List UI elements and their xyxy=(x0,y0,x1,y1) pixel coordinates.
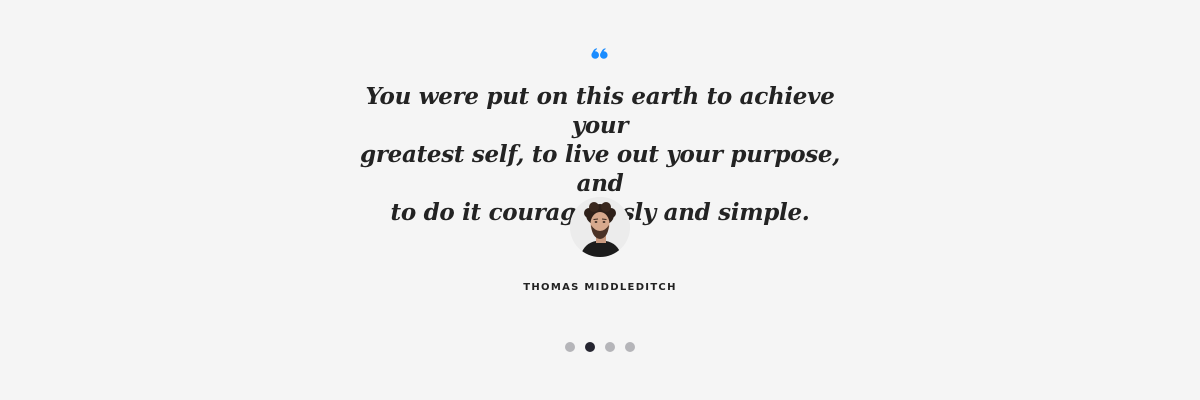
carousel-dot-2[interactable] xyxy=(585,342,595,352)
carousel-dot-1[interactable] xyxy=(565,342,575,352)
carousel-pagination xyxy=(560,342,640,352)
author-portrait-icon xyxy=(570,197,630,257)
quote-mark-icon xyxy=(591,48,608,59)
author-name: THOMAS MIDDLEDITCH xyxy=(523,282,677,293)
testimonial-section: You were put on this earth to achieve yo… xyxy=(0,0,1200,400)
carousel-dot-4[interactable] xyxy=(625,342,635,352)
quote-line-2: greatest self, to live out your purpose,… xyxy=(360,141,840,197)
carousel-dot-3[interactable] xyxy=(605,342,615,352)
quote-line-1: You were put on this earth to achieve yo… xyxy=(365,83,835,139)
author-avatar xyxy=(570,197,630,257)
